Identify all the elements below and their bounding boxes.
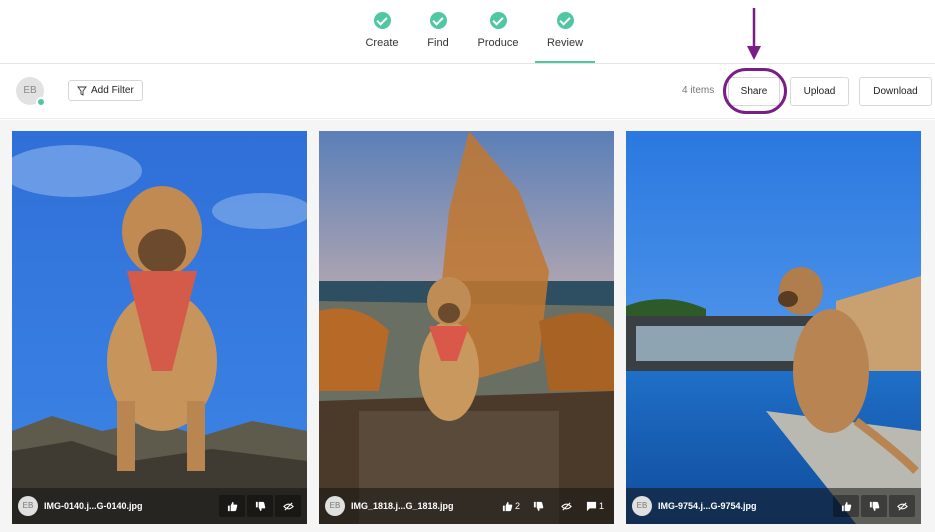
step-produce[interactable]: Produce	[468, 12, 528, 49]
comment-icon	[586, 501, 597, 511]
like-button[interactable]	[219, 495, 245, 517]
like-button[interactable]: 2	[498, 495, 524, 517]
like-count: 2	[514, 501, 520, 511]
dislike-button[interactable]	[861, 495, 887, 517]
thumbs-down-icon	[255, 501, 265, 511]
step-review[interactable]: Review	[535, 12, 595, 63]
add-filter-label: Add Filter	[91, 85, 134, 96]
thumbs-down-icon	[534, 501, 544, 511]
dislike-button[interactable]	[247, 495, 273, 517]
check-icon	[556, 12, 574, 29]
filter-icon	[77, 86, 87, 96]
photo-dog-by-pool	[626, 131, 921, 524]
toolbar: EB Add Filter 4 items Share Upload Downl…	[0, 65, 935, 119]
comment-button[interactable]: 1	[582, 495, 608, 517]
step-label: Create	[365, 37, 399, 49]
check-icon	[373, 12, 391, 29]
media-card[interactable]: EB IMG-9754.j...G-9754.jpg	[626, 131, 921, 524]
file-name[interactable]: IMG-0140.j...G-0140.jpg	[44, 501, 219, 511]
photo-dog-at-sunset	[319, 131, 614, 524]
step-create[interactable]: Create	[352, 12, 412, 49]
workflow-steps: Create Find Produce Review	[0, 0, 935, 64]
media-card[interactable]: EB IMG-0140.j...G-0140.jpg	[12, 131, 307, 524]
step-label: Find	[427, 37, 449, 49]
hide-icon	[282, 501, 294, 511]
avatar: EB	[325, 496, 345, 516]
step-label: Produce	[477, 37, 519, 49]
hide-button[interactable]	[554, 495, 580, 517]
annotation-arrow-icon	[747, 8, 761, 60]
avatar: EB	[18, 496, 38, 516]
avatar-initials: EB	[23, 85, 37, 96]
photo-dog-on-rock	[12, 131, 307, 524]
card-footer: EB IMG-0140.j...G-0140.jpg	[12, 488, 307, 524]
active-step-underline	[535, 61, 595, 63]
upload-button[interactable]: Upload	[790, 77, 849, 106]
thumbs-up-icon	[841, 501, 851, 511]
dislike-button[interactable]	[526, 495, 552, 517]
hide-icon	[896, 501, 908, 511]
add-filter-button[interactable]: Add Filter	[68, 80, 143, 101]
download-button[interactable]: Download	[859, 77, 932, 106]
avatar[interactable]: EB	[16, 77, 46, 107]
file-name[interactable]: IMG-9754.j...G-9754.jpg	[658, 501, 833, 511]
step-label: Review	[546, 37, 584, 49]
thumbs-up-icon	[227, 501, 237, 511]
hide-icon	[561, 501, 573, 511]
avatar: EB	[632, 496, 652, 516]
hide-button[interactable]	[889, 495, 915, 517]
annotation-circle	[723, 68, 787, 114]
thumbs-up-icon	[502, 501, 513, 511]
card-footer: EB IMG-9754.j...G-9754.jpg	[626, 488, 921, 524]
media-card[interactable]: EB IMG_1818.j...G_1818.jpg 2 1	[319, 131, 614, 524]
step-find[interactable]: Find	[408, 12, 468, 49]
file-name[interactable]: IMG_1818.j...G_1818.jpg	[351, 501, 498, 511]
media-gallery: EB IMG-0140.j...G-0140.jpg EB IMG_1818.j…	[0, 120, 935, 532]
item-count: 4 items	[682, 85, 715, 96]
check-icon	[489, 12, 507, 29]
card-footer: EB IMG_1818.j...G_1818.jpg 2 1	[319, 488, 614, 524]
check-icon	[429, 12, 447, 29]
like-button[interactable]	[833, 495, 859, 517]
comment-count: 1	[598, 501, 604, 511]
hide-button[interactable]	[275, 495, 301, 517]
thumbs-down-icon	[869, 501, 879, 511]
online-status-dot	[36, 97, 46, 107]
